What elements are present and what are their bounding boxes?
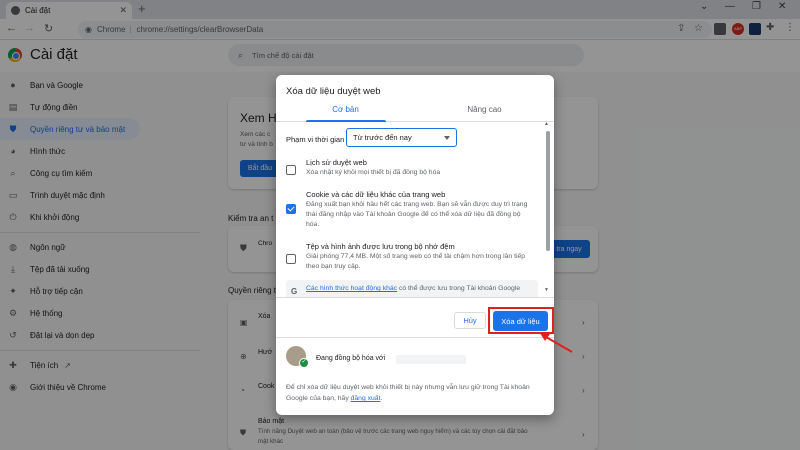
signout-note: Để chỉ xóa dữ liệu duyệt web khỏi thiết …	[286, 382, 546, 404]
google-note-text: có thể được lưu trong Tài khoản Google	[397, 285, 521, 292]
cookies-desc: Đăng xuất bạn khỏi hầu hết các trang web…	[306, 201, 528, 228]
history-title: Lịch sử duyệt web	[306, 158, 367, 167]
signout-text: Để chỉ xóa dữ liệu duyệt web khỏi thiết …	[286, 384, 530, 402]
history-checkbox[interactable]	[286, 165, 296, 175]
sync-text: Đang đồng bộ hóa với	[316, 355, 386, 362]
time-range-select[interactable]: Từ trước đến nay	[346, 128, 457, 147]
sync-section: ✓ Đang đồng bộ hóa với Để chỉ xóa dữ liệ…	[276, 337, 554, 415]
google-g-icon: G	[291, 287, 298, 296]
tab-advanced[interactable]: Nâng cao	[415, 105, 554, 114]
time-range-label: Phạm vi thời gian	[286, 135, 345, 144]
google-activity-note: G Các hình thức hoạt động khác có thể đư…	[286, 280, 538, 297]
history-desc: Xóa nhật ký khỏi mọi thiết bị đã đồng bộ…	[306, 169, 441, 176]
dialog-actions: Hủy Xóa dữ liệu	[276, 297, 554, 337]
clear-browsing-data-dialog: Xóa dữ liệu duyệt web Cơ bản Nâng cao Ph…	[276, 75, 554, 415]
dialog-scrollbar[interactable]	[546, 131, 550, 251]
tab-basic[interactable]: Cơ bản	[276, 105, 415, 114]
cookies-checkbox[interactable]	[286, 204, 296, 214]
time-range-value: Từ trước đến nay	[353, 133, 412, 142]
cache-desc: Giải phóng 77,4 MB. Một số trang web có …	[306, 253, 526, 270]
cookies-title: Cookie và các dữ liệu khác của trang web	[306, 190, 446, 199]
cancel-button[interactable]: Hủy	[454, 312, 486, 329]
other-activity-link[interactable]: Các hình thức hoạt động khác	[306, 285, 397, 292]
sign-out-link[interactable]: đăng xuất	[351, 395, 381, 402]
cache-checkbox[interactable]	[286, 254, 296, 264]
signout-end: .	[380, 395, 383, 402]
pointer-arrow-icon	[540, 333, 573, 353]
scroll-up-icon[interactable]: ▲	[544, 121, 549, 127]
scroll-down-icon[interactable]: ▼	[544, 287, 549, 293]
dialog-tabs: Cơ bản Nâng cao	[276, 101, 554, 122]
dialog-body: Phạm vi thời gian Từ trước đến nay Lịch …	[276, 122, 554, 297]
redacted-account	[396, 355, 466, 364]
cache-title: Tệp và hình ảnh được lưu trong bộ nhớ đệ…	[306, 242, 455, 251]
dropdown-arrow-icon	[444, 135, 450, 140]
dialog-title: Xóa dữ liệu duyệt web	[286, 86, 381, 97]
sync-check-icon: ✓	[299, 358, 309, 368]
